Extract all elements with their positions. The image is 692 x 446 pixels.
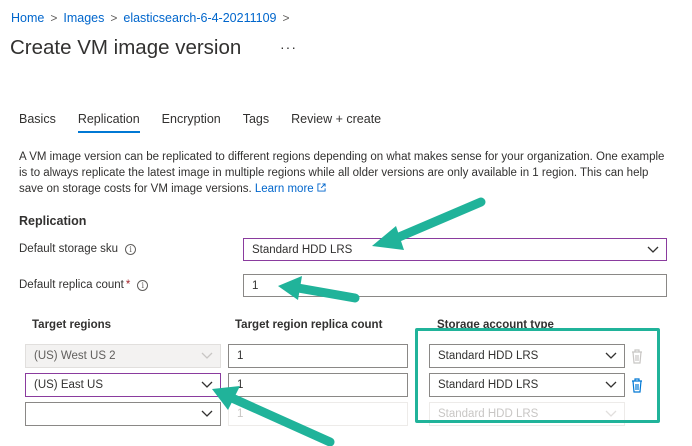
target-region-select[interactable]: (US) East US	[25, 373, 221, 397]
tab-bar: Basics Replication Encryption Tags Revie…	[19, 112, 381, 133]
tab-encryption[interactable]: Encryption	[162, 112, 221, 133]
chevron-down-icon	[647, 246, 659, 253]
chevron-down-icon	[605, 410, 617, 417]
target-region-select[interactable]	[25, 402, 221, 426]
replica-count-label: Default replica count * i	[19, 279, 149, 291]
description: A VM image version can be replicated to …	[19, 149, 669, 197]
info-icon[interactable]: i	[137, 279, 149, 291]
breadcrumb-separator: >	[50, 11, 58, 25]
storage-sku-dropdown[interactable]: Standard HDD LRS	[243, 238, 667, 261]
storage-type-select[interactable]: Standard HDD LRS	[429, 373, 625, 397]
breadcrumb-separator: >	[282, 11, 290, 25]
col-head-storage-type: Storage account type	[437, 319, 554, 331]
tab-review-create[interactable]: Review + create	[291, 112, 381, 133]
chevron-down-icon	[201, 381, 213, 388]
chevron-down-icon	[201, 352, 213, 359]
breadcrumb-images[interactable]: Images	[63, 11, 104, 25]
storage-sku-label: Default storage sku i	[19, 243, 137, 255]
info-icon[interactable]: i	[125, 243, 137, 255]
col-head-replica-count: Target region replica count	[235, 319, 383, 331]
replica-count-cell-input[interactable]: 1	[228, 344, 408, 368]
breadcrumb: Home > Images > elasticsearch-6-4-202111…	[11, 11, 296, 25]
replica-count-input[interactable]: 1	[243, 274, 667, 297]
col-head-target-regions: Target regions	[32, 319, 112, 331]
description-text: A VM image version can be replicated to …	[19, 151, 665, 195]
chevron-down-icon	[605, 352, 617, 359]
more-actions-ellipsis-icon[interactable]: ···	[280, 39, 297, 55]
required-marker: *	[125, 279, 131, 291]
replica-count-cell-input: 1	[228, 402, 408, 426]
external-link-icon	[317, 183, 326, 192]
target-region-select: (US) West US 2	[25, 344, 221, 368]
storage-type-select[interactable]: Standard HDD LRS	[429, 344, 625, 368]
breadcrumb-image[interactable]: elasticsearch-6-4-20211109	[123, 11, 276, 25]
page-title: Create VM image version	[10, 36, 242, 59]
trash-icon	[632, 349, 642, 364]
breadcrumb-home[interactable]: Home	[11, 11, 44, 25]
tab-basics[interactable]: Basics	[19, 112, 56, 133]
chevron-down-icon	[605, 381, 617, 388]
tab-tags[interactable]: Tags	[243, 112, 269, 133]
breadcrumb-separator: >	[110, 11, 118, 25]
trash-icon[interactable]	[630, 377, 644, 393]
storage-type-select: Standard HDD LRS	[429, 402, 625, 426]
chevron-down-icon	[201, 410, 213, 417]
learn-more-link[interactable]: Learn more	[255, 183, 326, 195]
section-heading-replication: Replication	[19, 214, 87, 228]
tab-replication[interactable]: Replication	[77, 112, 140, 133]
replica-count-cell-input[interactable]: 1	[228, 373, 408, 397]
